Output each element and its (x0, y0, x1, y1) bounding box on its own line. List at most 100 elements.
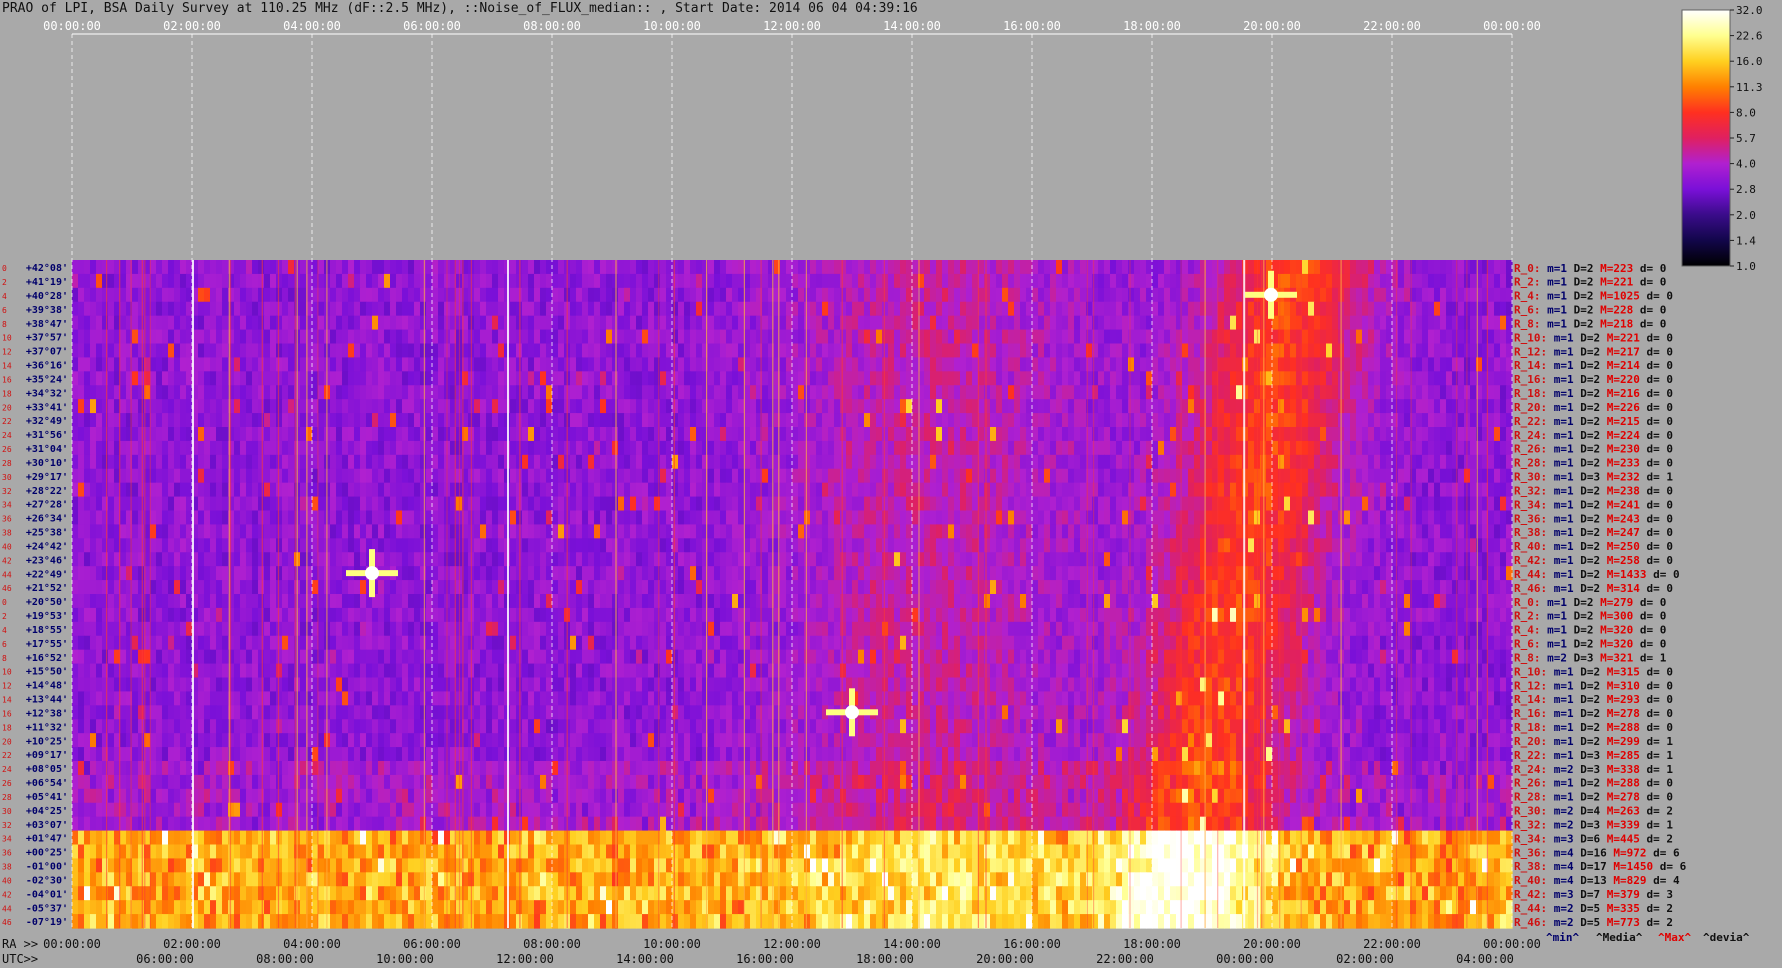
beam-stat-row: R_34: m=3 D=6 M=445 d= 2 (1514, 832, 1673, 845)
declination-label: +16°52' (26, 653, 68, 664)
row-index: 40 (2, 542, 12, 551)
beam-stat-row: R_16: m=1 D=2 M=278 d= 0 (1514, 707, 1673, 720)
row-index: 20 (2, 403, 12, 412)
declination-label: +09°17' (26, 750, 68, 761)
beam-stat-row: R_44: m=2 D=5 M=335 d= 2 (1514, 902, 1673, 915)
declination-label: +32°49' (26, 416, 68, 427)
colorbar-tick-label: 2.8 (1736, 183, 1756, 196)
beam-stat-row: R_36: m=1 D=2 M=243 d= 0 (1514, 512, 1673, 525)
beam-stat-row: R_26: m=1 D=2 M=230 d= 0 (1514, 443, 1673, 456)
top-tick-label: 12:00:00 (763, 19, 821, 33)
declination-label: -04°01' (26, 889, 68, 900)
utc-tick-label: 06:00:00 (136, 952, 194, 966)
colorbar-tick-label: 16.0 (1736, 55, 1763, 68)
ra-tick-label: 00:00:00 (1483, 937, 1541, 951)
row-index: 12 (2, 682, 12, 691)
ra-tick-label: 08:00:00 (523, 937, 581, 951)
stats-legend: ^min^ ^Media^ ^Max^ ^devia^ (1546, 931, 1750, 944)
top-time-axis: 00:00:00 02:00:00 04:00:00 06:00:00 08:00:00… (43, 19, 1541, 33)
beam-stat-row: R_12: m=1 D=2 M=310 d= 0 (1514, 679, 1673, 692)
top-tick-label: 06:00:00 (403, 19, 461, 33)
beam-stat-row: R_44: m=1 D=2 M=1433 d= 0 (1514, 568, 1680, 581)
top-tick-label: 22:00:00 (1363, 19, 1421, 33)
row-index: 38 (2, 863, 12, 872)
declination-label: +29°17' (26, 472, 68, 483)
declination-label: +28°22' (26, 486, 68, 497)
utc-tick-label: 10:00:00 (376, 952, 434, 966)
row-index: 28 (2, 459, 12, 468)
declination-label: +42°08' (26, 263, 68, 274)
declination-label: +24°42' (26, 541, 68, 552)
declination-label: +14°48' (26, 681, 68, 692)
declination-label: +33°41' (26, 402, 68, 413)
legend-min: ^min^ (1546, 931, 1579, 944)
row-index: 32 (2, 487, 12, 496)
row-index: 22 (2, 751, 12, 760)
beam-stat-row: R_22: m=1 D=3 M=285 d= 1 (1514, 749, 1673, 762)
beam-stat-row: R_8: m=2 D=3 M=321 d= 1 (1514, 651, 1667, 664)
declination-label: -07°19' (26, 917, 68, 928)
declination-label: +41°19' (26, 277, 68, 288)
declination-label: +01°47' (26, 834, 68, 845)
declination-label: +12°38' (26, 708, 68, 719)
row-index: 44 (2, 904, 12, 913)
beam-stat-row: R_28: m=1 D=2 M=233 d= 0 (1514, 457, 1673, 470)
row-index: 12 (2, 348, 12, 357)
declination-label: +11°32' (26, 722, 68, 733)
row-index: 4 (2, 292, 7, 301)
colorbar-tick-label: 1.0 (1736, 260, 1756, 273)
declination-label: +13°44' (26, 695, 68, 706)
declination-label: +10°25' (26, 736, 68, 747)
beam-stat-row: R_2: m=1 D=2 M=221 d= 0 (1514, 276, 1666, 289)
beam-stat-row: R_14: m=1 D=2 M=293 d= 0 (1514, 693, 1673, 706)
bottom-axes: RA >> 00:00:00 02:00:00 04:00:00 06:00:00 08:… (2, 937, 1541, 966)
beam-stat-row: R_14: m=1 D=2 M=214 d= 0 (1514, 359, 1673, 372)
ra-tick-label: 12:00:00 (763, 937, 821, 951)
ra-tick-label: 10:00:00 (643, 937, 701, 951)
declination-label: +26°34' (26, 514, 68, 525)
ra-tick-label: 20:00:00 (1243, 937, 1301, 951)
declination-label: +31°04' (26, 444, 68, 455)
utc-tick-label: 00:00:00 (1216, 952, 1274, 966)
colorbar-tick-label: 4.0 (1736, 158, 1756, 171)
declination-label: +38°47' (26, 319, 68, 330)
row-index: 32 (2, 821, 12, 830)
top-tick-label: 08:00:00 (523, 19, 581, 33)
declination-label: +06°54' (26, 778, 68, 789)
beam-stat-row: R_40: m=4 D=13 M=829 d= 4 (1514, 874, 1680, 887)
beam-stat-row: R_10: m=1 D=2 M=221 d= 0 (1514, 331, 1673, 344)
utc-tick-label: 20:00:00 (976, 952, 1034, 966)
beam-stat-row: R_34: m=1 D=2 M=241 d= 0 (1514, 498, 1673, 511)
top-tick-label: 10:00:00 (643, 19, 701, 33)
row-index: 30 (2, 473, 12, 482)
declination-label: +39°38' (26, 305, 68, 316)
ra-tick-label: 18:00:00 (1123, 937, 1181, 951)
utc-tick-label: 08:00:00 (256, 952, 314, 966)
top-tick-label: 20:00:00 (1243, 19, 1301, 33)
beam-stat-row: R_22: m=1 D=2 M=215 d= 0 (1514, 415, 1673, 428)
beam-stat-row: R_42: m=1 D=2 M=258 d= 0 (1514, 554, 1673, 567)
row-index: 8 (2, 654, 7, 663)
declination-label: +27°28' (26, 500, 68, 511)
row-index: 2 (2, 612, 7, 621)
declination-label: -01°00' (26, 862, 68, 873)
utc-tick-label: 12:00:00 (496, 952, 554, 966)
beam-stat-row: R_18: m=1 D=2 M=216 d= 0 (1514, 387, 1673, 400)
beam-stat-row: R_36: m=4 D=16 M=972 d= 6 (1514, 846, 1680, 859)
utc-tick-label: 14:00:00 (616, 952, 674, 966)
declination-label: +19°53' (26, 611, 68, 622)
legend-median: ^Media^ (1596, 931, 1643, 944)
row-index: 38 (2, 529, 12, 538)
top-tick-label: 16:00:00 (1003, 19, 1061, 33)
beam-stat-row: R_20: m=1 D=2 M=226 d= 0 (1514, 401, 1673, 414)
declination-label: +36°16' (26, 361, 68, 372)
declination-label: +37°07' (26, 347, 68, 358)
declination-label: -02°30' (26, 875, 68, 886)
beam-stat-row: R_20: m=1 D=2 M=299 d= 1 (1514, 735, 1673, 748)
colorbar-tick-label: 5.7 (1736, 132, 1756, 145)
utc-tick-label: 04:00:00 (1456, 952, 1514, 966)
utc-tick-label: 18:00:00 (856, 952, 914, 966)
beam-stat-row: R_46: m=1 D=2 M=314 d= 0 (1514, 582, 1673, 595)
row-index: 18 (2, 723, 12, 732)
ra-tick-label: 04:00:00 (283, 937, 341, 951)
